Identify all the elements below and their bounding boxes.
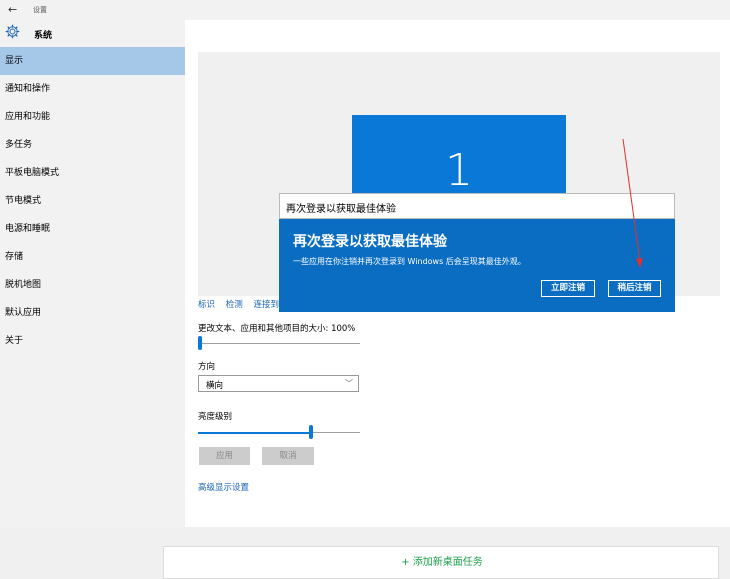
sidebar-title: 系统 <box>34 31 53 41</box>
sidebar-item-display[interactable]: 显示 <box>0 47 185 75</box>
signout-now-button[interactable]: 立即注销 <box>541 280 595 297</box>
window-titlebar: ← 设置 <box>0 0 730 20</box>
apply-button[interactable]: 应用 <box>199 447 250 465</box>
sidebar-item-default-apps[interactable]: 默认应用 <box>0 299 185 327</box>
advanced-display-settings-link[interactable]: 高级显示设置 <box>198 481 249 493</box>
signout-later-button[interactable]: 稍后注销 <box>608 280 661 297</box>
sidebar-item-tablet-mode[interactable]: 平板电脑模式 <box>0 159 185 187</box>
display-links: 标识 检测 连接到 <box>198 298 287 310</box>
orientation-value: 横向 <box>206 381 224 391</box>
scale-label: 更改文本、应用和其他项目的大小: 100% <box>198 324 356 334</box>
brightness-slider-fill <box>198 431 309 434</box>
sidebar-header: 系统 <box>0 20 185 47</box>
add-desktop-task-text: + 添加新桌面任务 <box>401 557 483 568</box>
dialog-heading: 再次登录以获取最佳体验 <box>293 234 447 250</box>
identify-link[interactable]: 标识 <box>198 300 215 310</box>
sidebar-nav: 显示 通知和操作 应用和功能 多任务 平板电脑模式 节电模式 电源和睡眠 存储 … <box>0 47 185 355</box>
orientation-select[interactable]: 横向 ﹀ <box>198 375 359 392</box>
monitor-number: 1 <box>445 145 473 196</box>
dialog-titlebar: 再次登录以获取最佳体验 <box>279 193 675 219</box>
scale-slider-track[interactable] <box>198 343 360 344</box>
brightness-label: 亮度级别 <box>198 412 233 422</box>
sidebar-item-offline-maps[interactable]: 脱机地图 <box>0 271 185 299</box>
connect-link[interactable]: 连接到 <box>253 300 279 310</box>
sidebar: 系统 显示 通知和操作 应用和功能 多任务 平板电脑模式 节电模式 电源和睡眠 … <box>0 20 185 527</box>
cancel-button[interactable]: 取消 <box>262 447 314 465</box>
orientation-label: 方向 <box>198 362 216 372</box>
back-arrow-icon[interactable]: ← <box>8 3 17 16</box>
sidebar-item-about[interactable]: 关于 <box>0 327 185 355</box>
detect-link[interactable]: 检测 <box>226 300 243 310</box>
sidebar-item-apps[interactable]: 应用和功能 <box>0 103 185 131</box>
sidebar-item-power-sleep[interactable]: 电源和睡眠 <box>0 215 185 243</box>
sidebar-item-storage[interactable]: 存储 <box>0 243 185 271</box>
brightness-slider-thumb[interactable] <box>308 425 313 439</box>
sidebar-item-multitasking[interactable]: 多任务 <box>0 131 185 159</box>
scale-slider-thumb[interactable] <box>198 336 202 350</box>
sidebar-item-battery-saver[interactable]: 节电模式 <box>0 187 185 215</box>
dialog-title: 再次登录以获取最佳体验 <box>286 204 396 215</box>
add-desktop-task-box[interactable]: + 添加新桌面任务 <box>163 546 719 579</box>
gear-icon <box>5 24 20 39</box>
sidebar-item-notifications[interactable]: 通知和操作 <box>0 75 185 103</box>
dialog-message: 一些应用在你注销并再次登录到 Windows 后会呈现其最佳外观。 <box>293 257 526 266</box>
signout-dialog: 再次登录以获取最佳体验 一些应用在你注销并再次登录到 Windows 后会呈现其… <box>279 219 675 312</box>
chevron-down-icon: ﹀ <box>345 379 353 388</box>
app-title: 设置 <box>33 6 47 14</box>
footer-area: + 添加新桌面任务 <box>0 527 730 579</box>
